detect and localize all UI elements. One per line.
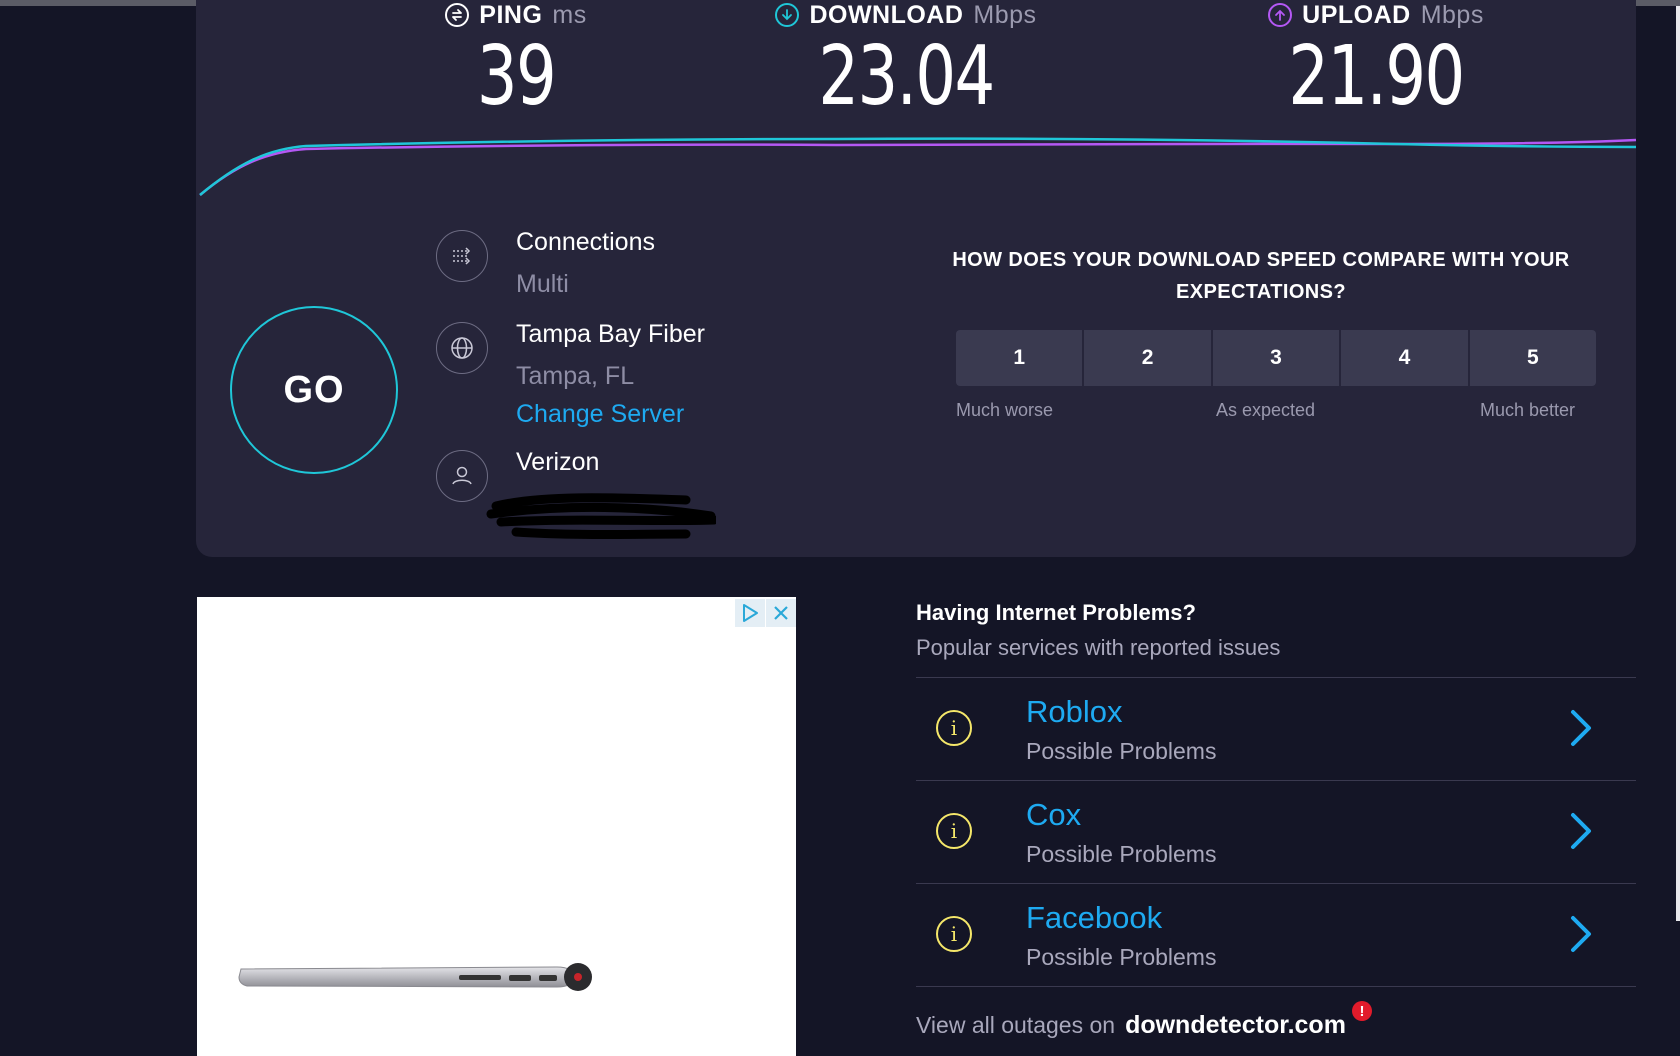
user-icon: [436, 450, 488, 502]
outage-item-cox[interactable]: i Cox Possible Problems: [916, 781, 1636, 884]
rating-label-mid: As expected: [1216, 400, 1316, 420]
outages-title: Having Internet Problems?: [916, 600, 1196, 625]
server-name: Tampa Bay Fiber: [516, 320, 705, 348]
go-button[interactable]: GO: [230, 306, 398, 474]
chevron-right-icon[interactable]: [1560, 708, 1600, 748]
connections-icon[interactable]: [436, 230, 488, 282]
chevron-right-icon[interactable]: [1560, 811, 1600, 851]
redaction-scribble: [486, 493, 716, 539]
server-location: Tampa, FL: [516, 362, 635, 390]
downdetector-link-label: downdetector.com: [1125, 1011, 1346, 1039]
outages-section: Having Internet Problems? Popular servic…: [916, 598, 1636, 1040]
outage-status: Possible Problems: [1026, 841, 1217, 867]
outage-status: Possible Problems: [1026, 738, 1217, 764]
rating-label-low: Much worse: [956, 400, 1054, 420]
change-server-link[interactable]: Change Server: [516, 400, 684, 429]
outages-list: i Roblox Possible Problems i Cox Possibl…: [916, 677, 1636, 987]
outage-item-facebook[interactable]: i Facebook Possible Problems: [916, 884, 1636, 987]
provider-name: Verizon: [516, 448, 600, 476]
outages-footer-text: View all outages on: [916, 1012, 1116, 1038]
outage-service-name[interactable]: Facebook: [1026, 900, 1162, 936]
info-icon: i: [936, 813, 972, 849]
outage-status: Possible Problems: [1026, 944, 1217, 970]
upload-value: 21.90: [1288, 29, 1465, 124]
chevron-right-icon[interactable]: [1560, 914, 1600, 954]
ad-choices-icon[interactable]: [735, 599, 765, 627]
alert-icon: !: [1351, 1001, 1372, 1021]
info-icon: i: [936, 916, 972, 952]
rating-5-button[interactable]: 5: [1469, 330, 1597, 386]
laptop-image: [238, 963, 592, 991]
close-icon[interactable]: [766, 599, 796, 627]
download-unit: Mbps: [973, 0, 1037, 29]
connections-title: Connections: [516, 228, 655, 256]
rating-label-high: Much better: [1480, 400, 1576, 420]
outage-service-name[interactable]: Roblox: [1026, 694, 1123, 730]
scrollbar[interactable]: [1676, 6, 1680, 921]
rating-2-button[interactable]: 2: [1084, 330, 1211, 386]
ping-metric: PING ms 39: [416, 0, 616, 123]
upload-arrow-icon: [1268, 3, 1293, 27]
rating-selector: 1 2 3 4 5: [956, 330, 1597, 386]
info-icon: i: [936, 710, 972, 746]
globe-icon: [436, 322, 488, 374]
outages-footer: View all outages on downdetector.com !: [916, 1001, 1636, 1040]
downdetector-link[interactable]: downdetector.com !: [1125, 1001, 1372, 1040]
upload-metric: UPLOAD Mbps 21.90: [1226, 0, 1526, 123]
advertisement[interactable]: [197, 597, 796, 1056]
outages-subtitle: Popular services with reported issues: [916, 635, 1281, 660]
survey-question: HOW DOES YOUR DOWNLOAD SPEED COMPARE WIT…: [952, 249, 1570, 303]
download-value: 23.04: [818, 29, 995, 124]
rating-1-button[interactable]: 1: [956, 330, 1083, 386]
speed-graph: [199, 137, 1636, 196]
rating-4-button[interactable]: 4: [1341, 330, 1468, 386]
download-metric: DOWNLOAD Mbps 23.04: [756, 0, 1056, 123]
upload-label: UPLOAD: [1302, 0, 1411, 29]
outage-service-name[interactable]: Cox: [1026, 797, 1081, 833]
connections-value[interactable]: Multi: [516, 270, 569, 299]
download-label: DOWNLOAD: [809, 0, 964, 29]
ping-icon: [445, 3, 470, 27]
upload-unit: Mbps: [1420, 0, 1484, 29]
ping-value: 39: [476, 29, 557, 124]
ping-unit: ms: [552, 0, 587, 29]
download-arrow-icon: [775, 3, 800, 27]
results-panel: PING ms 39 DOWNLOAD Mbps 23.04 UPLOAD Mb…: [196, 0, 1636, 557]
outage-item-roblox[interactable]: i Roblox Possible Problems: [916, 678, 1636, 781]
upload-graph-line: [199, 138, 1636, 196]
rating-3-button[interactable]: 3: [1212, 330, 1340, 386]
ping-label: PING: [479, 0, 543, 29]
